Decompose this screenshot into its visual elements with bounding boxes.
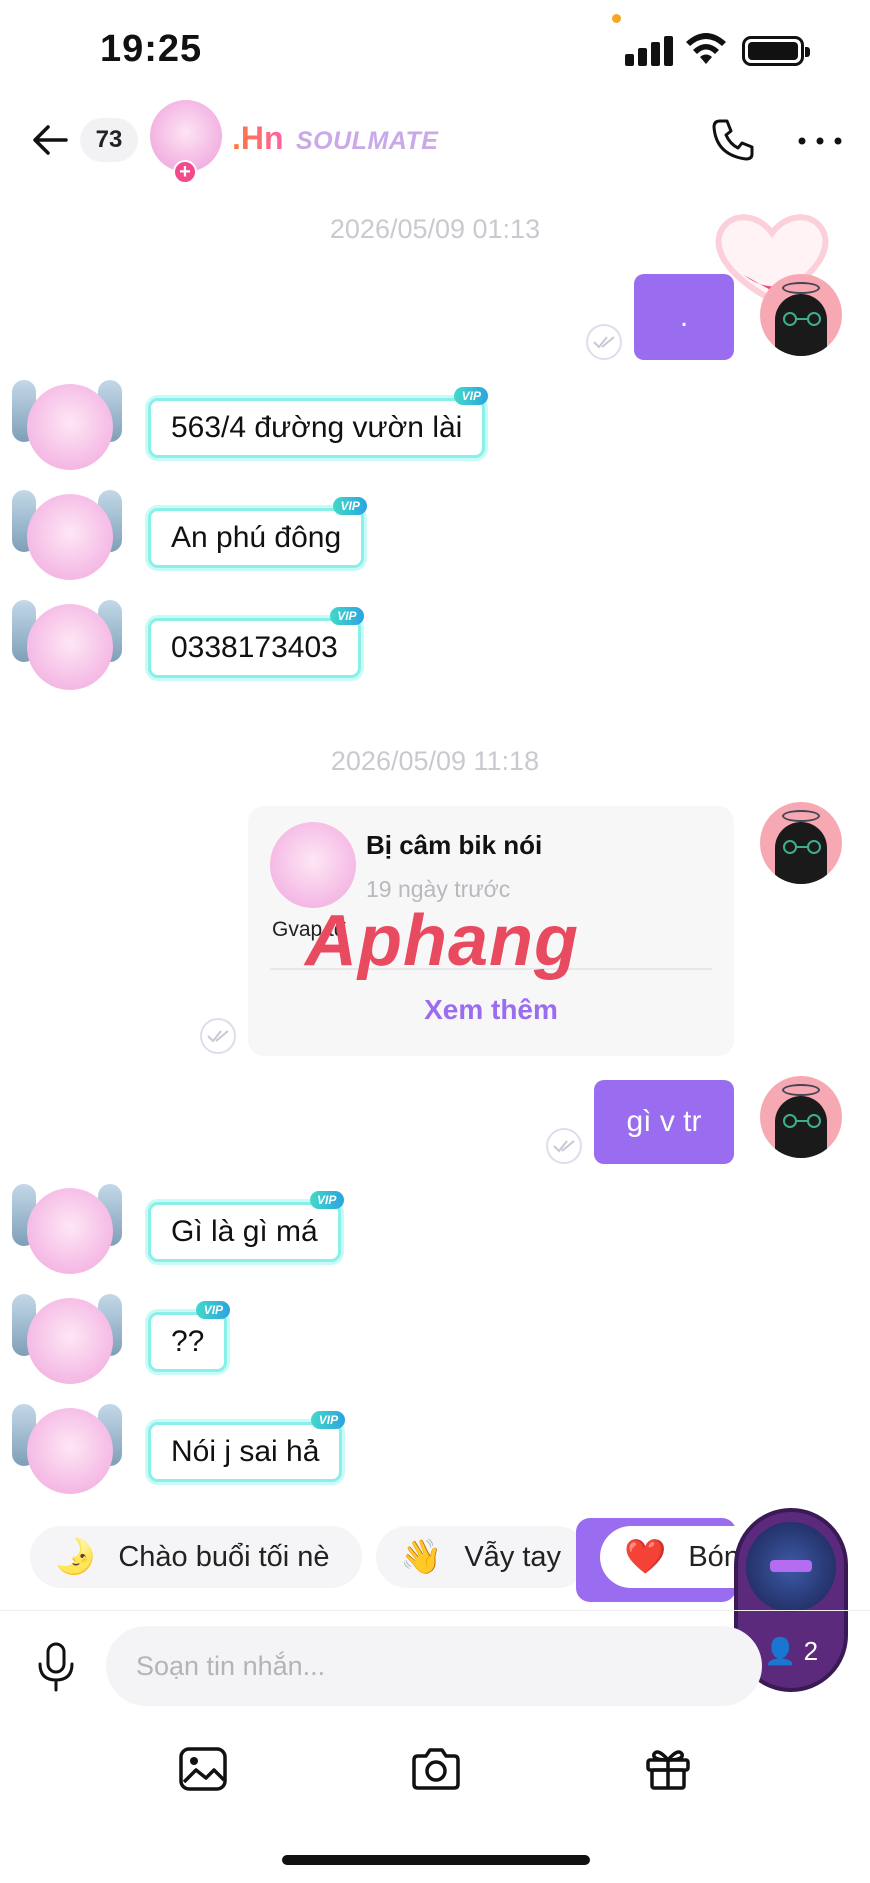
post-title: Bị câm bik nói xyxy=(366,830,543,860)
message-bubble-out[interactable]: gì v tr xyxy=(594,1080,734,1164)
gift-icon[interactable] xyxy=(644,1744,692,1792)
message-text: 563/4 đường vườn lài xyxy=(171,411,463,444)
status-time: 19:25 xyxy=(100,28,203,70)
vip-badge: VIP xyxy=(311,1411,346,1429)
message-text: Gì là gì má xyxy=(171,1215,318,1248)
microphone-icon[interactable] xyxy=(34,1642,78,1692)
read-check-icon xyxy=(546,1128,582,1164)
my-avatar[interactable] xyxy=(760,1076,842,1158)
unread-count-badge[interactable]: 73 xyxy=(80,118,138,162)
message-text: ?? xyxy=(171,1325,205,1358)
vip-badge: VIP xyxy=(309,1191,344,1209)
peer-message-avatar[interactable] xyxy=(27,1188,113,1274)
vip-badge: VIP xyxy=(333,497,368,515)
room-host-avatar xyxy=(746,1522,836,1612)
post-author-avatar xyxy=(270,822,356,908)
person-icon: 👤 xyxy=(763,1636,797,1666)
composer-divider xyxy=(0,1610,870,1611)
message-input[interactable]: Soạn tin nhắn... xyxy=(106,1626,762,1706)
peer-name[interactable]: .Hn xyxy=(232,120,284,157)
peer-message-avatar[interactable] xyxy=(27,604,113,690)
my-avatar[interactable] xyxy=(760,274,842,356)
soulmate-tag: SOULMATE xyxy=(296,127,439,155)
quick-reply-label: Chào buổi tối nè xyxy=(118,1540,330,1573)
post-time: 19 ngày trước xyxy=(366,876,511,902)
battery-icon xyxy=(742,36,810,66)
read-check-icon xyxy=(200,1018,236,1054)
more-options-icon[interactable] xyxy=(796,126,844,156)
camera-icon[interactable] xyxy=(410,1746,462,1792)
cellular-signal-icon xyxy=(625,34,673,66)
vip-badge: VIP xyxy=(329,607,364,625)
message-bubble-in[interactable]: ?? VIP xyxy=(148,1301,231,1372)
vip-badge: VIP xyxy=(196,1301,231,1319)
moon-icon: 🌛 xyxy=(54,1538,97,1576)
peer-message-avatar[interactable] xyxy=(27,1408,113,1494)
see-more-button[interactable]: Xem thêm xyxy=(248,994,734,1026)
chat-timestamp: 2026/05/09 11:18 xyxy=(330,746,540,776)
quick-reply-chip[interactable]: 👋 Vẫy tay xyxy=(376,1526,588,1588)
wave-hand-icon: 👋 xyxy=(400,1538,443,1576)
peer-message-avatar[interactable] xyxy=(27,384,113,470)
quick-reply-chip[interactable]: ❤️ Bón xyxy=(600,1526,736,1588)
add-friend-icon[interactable]: + xyxy=(173,160,197,184)
vip-badge: VIP xyxy=(454,387,489,405)
message-bubble-in[interactable]: 0338173403 VIP xyxy=(148,607,364,678)
message-bubble-in[interactable]: An phú đông VIP xyxy=(148,497,368,568)
message-bubble-in[interactable]: Gì là gì má VIP xyxy=(148,1191,344,1262)
quick-reply-chip[interactable]: 🌛 Chào buổi tối nè xyxy=(30,1526,362,1588)
home-indicator xyxy=(282,1855,590,1865)
read-check-icon xyxy=(586,324,622,360)
wifi-icon xyxy=(686,33,726,64)
privacy-indicator-dot xyxy=(612,14,621,23)
message-bubble-in[interactable]: 563/4 đường vườn lài VIP xyxy=(148,387,489,458)
message-text: 0338173403 xyxy=(171,631,338,664)
back-arrow-icon[interactable] xyxy=(28,118,72,162)
peer-message-avatar[interactable] xyxy=(27,1298,113,1384)
watermark-logo: Aphang xyxy=(305,901,579,981)
peer-message-avatar[interactable] xyxy=(27,494,113,580)
my-avatar[interactable] xyxy=(760,802,842,884)
message-bubble-in[interactable]: Nói j sai hả VIP xyxy=(148,1411,346,1482)
quick-reply-label: Bón xyxy=(688,1540,736,1573)
heart-icon: ❤️ xyxy=(624,1538,667,1576)
message-text: An phú đông xyxy=(171,521,342,554)
message-text: Nói j sai hả xyxy=(171,1435,320,1468)
gallery-icon[interactable] xyxy=(178,1746,228,1792)
phone-call-icon[interactable] xyxy=(708,115,758,165)
message-bubble-out[interactable]: . xyxy=(634,274,734,360)
quick-reply-label: Vẫy tay xyxy=(464,1540,562,1573)
